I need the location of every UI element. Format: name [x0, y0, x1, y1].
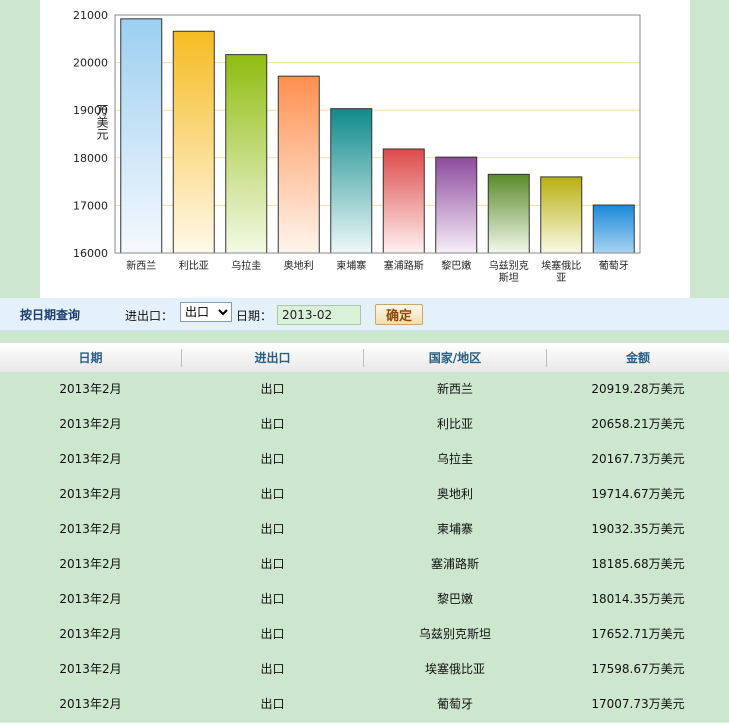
date-label: 日期：	[236, 309, 273, 323]
date-input[interactable]	[277, 305, 361, 325]
cell-country: 乌兹别克斯坦	[418, 627, 491, 641]
bar-chart: 160001700018000190002000021000万美元 新西兰 利比亚…	[73, 9, 641, 284]
x-tick-label: 斯坦	[499, 271, 519, 284]
cell-io: 出口	[260, 452, 285, 466]
table-header: 日期 进出口 国家/地区 金额	[0, 342, 729, 374]
cell-country: 新西兰	[436, 382, 473, 396]
x-tick-label: 乌兹别克	[489, 259, 529, 272]
x-tick-label: 埃塞俄比	[541, 259, 581, 272]
bar[interactable]	[330, 108, 373, 254]
y-tick-label: 20000	[73, 57, 108, 70]
y-tick-label: 17000	[73, 199, 108, 212]
cell-io: 出口	[260, 522, 285, 536]
table-row: 2013年2月 出口 乌兹别克斯坦 17652.71万美元	[0, 617, 729, 653]
cell-amount: 18185.68万美元	[591, 557, 685, 571]
cell-amount: 17598.67万美元	[591, 662, 685, 676]
table-row: 2013年2月 出口 黎巴嫩 18014.35万美元	[0, 582, 729, 618]
cell-io: 出口	[260, 557, 285, 571]
x-tick-label: 柬埔寨	[336, 259, 366, 272]
cell-country: 柬埔寨	[436, 522, 473, 536]
confirm-button[interactable]: 确定	[375, 304, 423, 325]
cell-date: 2013年2月	[59, 417, 122, 431]
cell-amount: 20919.28万美元	[591, 382, 685, 396]
bar[interactable]	[277, 75, 320, 254]
table-row: 2013年2月 出口 乌拉圭 20167.73万美元	[0, 442, 729, 478]
cell-amount: 17652.71万美元	[591, 627, 685, 641]
bar[interactable]	[592, 204, 635, 254]
cell-country: 葡萄牙	[436, 697, 473, 711]
query-title: 按日期查询	[20, 308, 81, 322]
data-table: 日期 进出口 国家/地区 金额 2013年2月 出口 新西兰 20919.28万美元 2…	[0, 338, 729, 723]
cell-date: 2013年2月	[59, 557, 122, 571]
bar[interactable]	[120, 18, 163, 254]
header-amount[interactable]: 金额	[547, 343, 729, 373]
cell-date: 2013年2月	[59, 382, 122, 396]
cell-io: 出口	[260, 662, 285, 676]
cell-country: 奥地利	[436, 487, 473, 501]
x-tick-label: 黎巴嫩	[441, 259, 471, 272]
x-tick-label: 新西兰	[126, 259, 156, 272]
cell-io: 出口	[260, 487, 285, 501]
io-label: 进出口：	[125, 309, 174, 323]
cell-io: 出口	[260, 417, 285, 431]
y-tick-label: 21000	[73, 9, 108, 22]
cell-country: 塞浦路斯	[430, 557, 479, 571]
cell-io: 出口	[260, 627, 285, 641]
table-row: 2013年2月 出口 塞浦路斯 18185.68万美元	[0, 547, 729, 583]
cell-country: 埃塞俄比亚	[424, 662, 485, 676]
x-tick-label: 奥地利	[284, 259, 314, 272]
x-tick-label: 亚	[556, 273, 566, 284]
cell-amount: 19714.67万美元	[591, 487, 685, 501]
io-select[interactable]: 出口	[180, 302, 232, 322]
cell-io: 出口	[260, 382, 285, 396]
cell-date: 2013年2月	[59, 662, 122, 676]
cell-amount: 18014.35万美元	[591, 592, 685, 606]
y-tick-label: 16000	[73, 247, 108, 260]
cell-amount: 17007.73万美元	[591, 697, 685, 711]
table-row: 2013年2月 出口 奥地利 19714.67万美元	[0, 477, 729, 513]
x-tick-label: 利比亚	[179, 260, 209, 272]
table-row: 2013年2月 出口 柬埔寨 19032.35万美元	[0, 512, 729, 548]
x-tick-label: 葡萄牙	[599, 259, 629, 272]
bar[interactable]	[435, 156, 478, 254]
cell-date: 2013年2月	[59, 592, 122, 606]
bar[interactable]	[487, 173, 530, 254]
cell-date: 2013年2月	[59, 452, 122, 466]
y-axis-label: 万美元	[95, 104, 109, 141]
header-country[interactable]: 国家/地区	[364, 343, 546, 373]
cell-country: 乌拉圭	[436, 452, 473, 466]
cell-date: 2013年2月	[59, 487, 122, 501]
chart-panel: 16000 17000 18000 19000 20000 21000 万美元 新西兰 利比亚…	[40, 0, 690, 298]
cell-country: 利比亚	[436, 417, 473, 431]
header-io[interactable]: 进出口	[182, 343, 363, 373]
query-bar: 按日期查询 进出口： 日期：	[0, 298, 729, 331]
cell-io: 出口	[260, 592, 285, 606]
header-date[interactable]: 日期	[0, 343, 181, 373]
cell-date: 2013年2月	[59, 697, 122, 711]
cell-amount: 20167.73万美元	[591, 452, 685, 466]
cell-country: 黎巴嫩	[436, 592, 473, 606]
bar[interactable]	[540, 176, 583, 254]
cell-amount: 19032.35万美元	[591, 522, 685, 536]
cell-amount: 20658.21万美元	[591, 417, 685, 431]
table-row: 2013年2月 出口 利比亚 20658.21万美元	[0, 407, 729, 443]
bar[interactable]	[172, 30, 215, 254]
x-tick-label: 乌拉圭	[231, 259, 261, 272]
cell-date: 2013年2月	[59, 522, 122, 536]
x-tick-label: 塞浦路斯	[384, 259, 424, 272]
bar[interactable]	[225, 54, 268, 254]
y-tick-label: 18000	[73, 152, 108, 165]
cell-date: 2013年2月	[59, 627, 122, 641]
bar[interactable]	[382, 148, 425, 254]
table-row: 2013年2月 出口 新西兰 20919.28万美元	[0, 372, 729, 408]
cell-io: 出口	[260, 697, 285, 711]
table-row: 2013年2月 出口 埃塞俄比亚 17598.67万美元	[0, 652, 729, 688]
